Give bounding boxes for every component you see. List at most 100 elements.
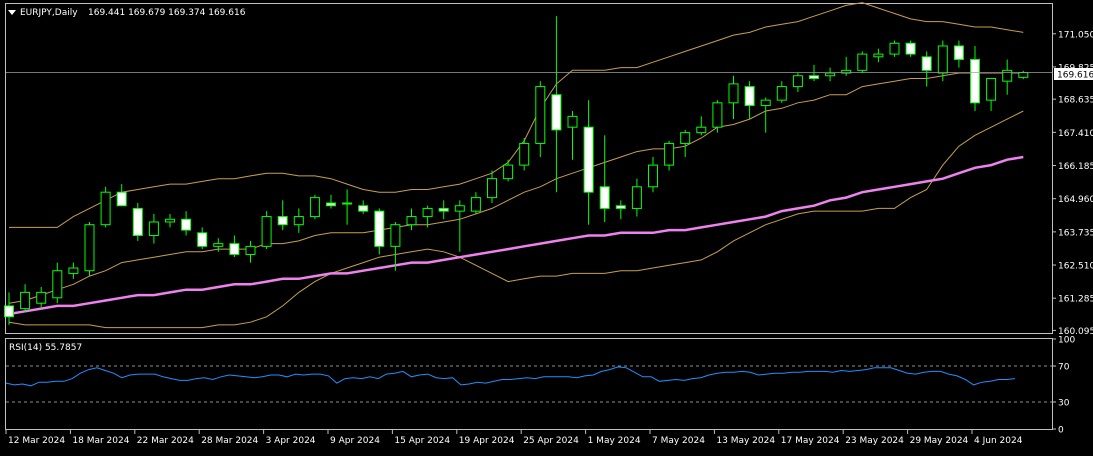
candle (1002, 59, 1013, 95)
date-axis: 12 Mar 2024 18 Mar 2024 22 Mar 2024 28 Mar … (5, 430, 1023, 446)
candle (873, 48, 884, 63)
candle (1018, 70, 1029, 80)
candle (986, 77, 997, 111)
moving-average-series (8, 155, 1024, 316)
candle-body-bearish (905, 42, 916, 55)
candle-body-bearish (438, 207, 449, 212)
candle (326, 194, 336, 209)
candle-body-bullish (293, 216, 304, 226)
candle-body-bearish (277, 216, 288, 226)
candle (245, 240, 256, 263)
chart-symbol-title: EURJPY,Daily (20, 8, 78, 18)
rsi-tick-label: 70 (1058, 363, 1070, 373)
candle-body-bullish (245, 245, 256, 255)
candle (760, 97, 771, 133)
candle-body-bullish (261, 216, 272, 247)
candle-body-bearish (4, 305, 14, 318)
candle-body-bullish (1002, 69, 1013, 82)
candle (84, 221, 95, 277)
rsi-line (5, 366, 1016, 387)
candle (261, 211, 272, 250)
candle-body-bullish (309, 197, 320, 218)
candle (744, 81, 755, 120)
candle-body-bullish (1018, 72, 1029, 78)
candle-body-bullish (857, 53, 868, 71)
candle (583, 100, 594, 225)
candle (567, 110, 578, 160)
candle-body-bearish (551, 94, 562, 131)
candle-body-bullish (792, 75, 803, 88)
date-tick-label: 28 Mar 2024 (201, 436, 258, 446)
rsi-tick-label: 0 (1058, 426, 1064, 436)
candle-body-bearish (744, 86, 755, 107)
candle (970, 45, 980, 111)
candle-body-bullish (680, 132, 691, 144)
candle (503, 159, 514, 182)
date-tick-label: 25 Apr 2024 (523, 436, 579, 446)
price-tick-label: 166.185 (1058, 162, 1093, 172)
candle (36, 286, 47, 309)
candle (857, 51, 868, 74)
candle-body-bullish (567, 115, 578, 128)
candle (68, 262, 79, 279)
candle (293, 208, 304, 233)
candle (664, 140, 675, 171)
candle (631, 178, 642, 217)
candle (100, 186, 111, 228)
date-tick-label: 15 Apr 2024 (394, 436, 450, 446)
candle-body-bearish (615, 205, 626, 209)
candle (535, 81, 546, 157)
candle (181, 211, 192, 236)
candle-body-bearish (358, 205, 369, 212)
price-tick-label: 164.960 (1058, 195, 1093, 205)
candle-body-bearish (326, 202, 336, 207)
candle (921, 51, 932, 87)
chart-menu-triangle-icon[interactable] (8, 10, 16, 15)
candle-body-bullish (712, 102, 723, 128)
candle (454, 200, 465, 252)
candle-body-bullish (342, 202, 353, 205)
candle-body-bullish (100, 191, 111, 226)
candle (696, 116, 707, 136)
bollinger-upper-band (9, 2, 1024, 228)
candle (680, 129, 691, 157)
candle-body-bullish (760, 99, 771, 107)
rsi-tick-label: 30 (1058, 399, 1070, 409)
candle-body-bullish (454, 205, 465, 212)
price-tick-label: 162.510 (1058, 262, 1093, 272)
candle-body-bullish (696, 126, 707, 134)
candle (116, 184, 127, 207)
date-tick-label: 22 Mar 2024 (137, 436, 194, 446)
eurjpy-daily-chart: 171.050169.825168.635167.410166.185164.9… (4, 2, 1093, 446)
price-tick-label: 171.050 (1058, 30, 1093, 40)
candle-body-bullish (68, 267, 79, 274)
candle-body-bullish (213, 243, 224, 247)
candle (358, 200, 369, 214)
candle (599, 135, 610, 222)
candle (776, 81, 787, 103)
candle-body-bearish (374, 210, 385, 247)
candle-body-bullish (728, 83, 739, 104)
candle (519, 138, 530, 171)
candle (825, 67, 836, 82)
date-tick-label: 19 Apr 2024 (459, 436, 515, 446)
candle-body-bullish (825, 72, 836, 77)
candle-body-bullish (406, 216, 417, 226)
candlestick-series (4, 16, 1029, 325)
candle-body-bullish (20, 291, 31, 310)
current-price-label: 169.616 (1057, 71, 1093, 81)
candle (342, 189, 353, 225)
candle-body-bullish (422, 207, 433, 218)
candle (470, 192, 481, 214)
date-tick-label: 18 Mar 2024 (72, 436, 129, 446)
candle (809, 64, 819, 82)
candle (197, 227, 208, 250)
price-tick-label: 167.410 (1058, 129, 1093, 139)
candle-body-bullish (873, 53, 884, 58)
candle (309, 194, 320, 220)
candle-body-bullish (631, 186, 642, 209)
candle (953, 40, 964, 68)
candle (374, 208, 385, 255)
candle-body-bullish (52, 270, 63, 299)
candle (165, 213, 175, 228)
